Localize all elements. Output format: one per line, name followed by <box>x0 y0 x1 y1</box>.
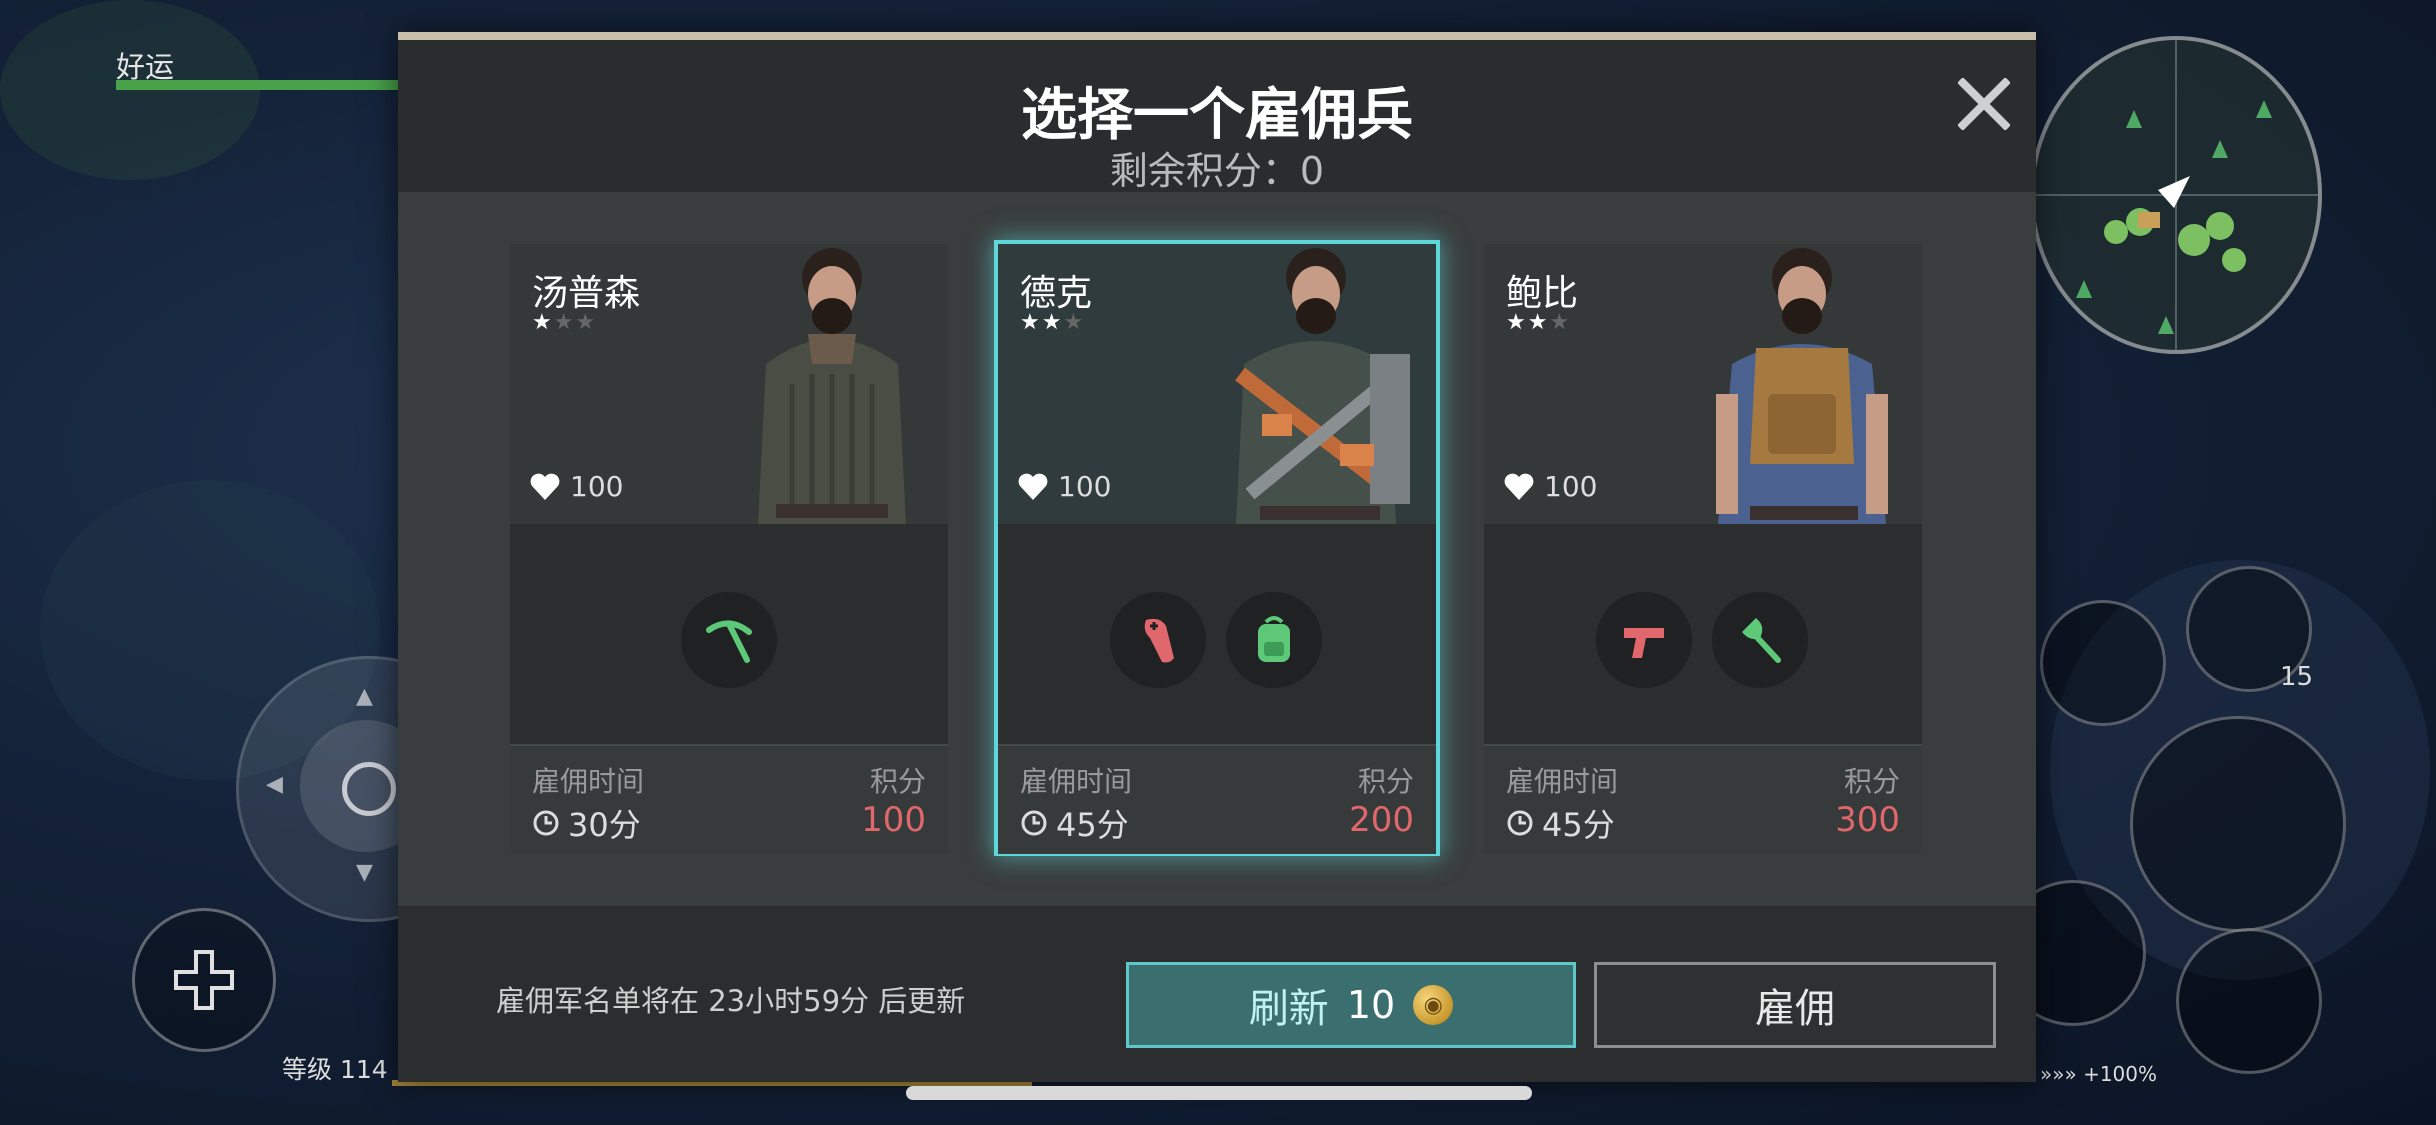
star-filled-icon: ★ <box>1527 310 1550 335</box>
axe-icon[interactable] <box>1712 592 1808 688</box>
health-value: 100 <box>1058 470 1112 503</box>
health: 100 <box>1504 470 1597 503</box>
mercenary-dialog: 选择一个雇佣兵 剩余积分：0 汤普森 ★★★ 100 雇佣时间 积分 30分 1… <box>398 32 2036 1082</box>
remaining-points: 剩余积分：0 <box>1109 149 1325 193</box>
refresh-cost: 10 <box>1346 983 1396 1027</box>
star-rating: ★★★ <box>532 310 597 335</box>
health: 100 <box>1018 470 1111 503</box>
hire-time: 45分 <box>1506 800 1615 846</box>
points-label: 积分 <box>1357 765 1414 798</box>
mercenary-name: 汤普森 <box>532 273 641 314</box>
star-empty-icon: ★ <box>553 310 576 335</box>
star-filled-icon: ★ <box>532 310 554 335</box>
minimap[interactable] <box>2030 36 2322 354</box>
heart-icon <box>1018 473 1048 500</box>
dialog-title: 选择一个雇佣兵 <box>1021 83 1413 148</box>
medical-arm-icon <box>1144 618 1174 663</box>
pickaxe-icon[interactable] <box>681 592 777 688</box>
build-plus-button[interactable] <box>132 908 276 1052</box>
backpack-icon[interactable] <box>1226 592 1322 688</box>
health-value: 100 <box>570 470 624 503</box>
mercenary-card-dirk[interactable]: 德克 ★★★ 100 雇佣时间 积分 45分 200 <box>998 244 1436 854</box>
clock-icon <box>1021 810 1047 836</box>
health-value: 100 <box>1544 470 1598 503</box>
hire-time: 30分 <box>532 800 641 846</box>
pistol-icon[interactable] <box>1596 592 1692 688</box>
points-value: 200 <box>1349 800 1414 840</box>
star-filled-icon: ★ <box>1041 310 1064 335</box>
points-label: 积分 <box>869 765 926 798</box>
hire-info: 雇佣时间 积分 30分 100 <box>510 744 948 854</box>
heart-icon <box>1504 473 1534 500</box>
plus-icon <box>174 950 234 1010</box>
star-rating: ★★★ <box>1506 310 1571 335</box>
mercenary-card-bobby[interactable]: 鲍比 ★★★ 100 雇佣时间 积分 45分 300 <box>1484 244 1922 854</box>
hire-label: 雇佣 <box>1755 986 1835 1032</box>
star-filled-icon: ★ <box>1020 310 1042 335</box>
star-rating: ★★★ <box>1020 310 1085 335</box>
hire-time-value: 45分 <box>1056 806 1129 844</box>
hire-time-label: 雇佣时间 <box>532 765 645 798</box>
mercenary-portrait <box>1716 248 1888 524</box>
joystick-down-arrow-icon: ▼ <box>356 860 373 885</box>
medkit-count: 15 <box>2280 662 2314 692</box>
mercenary-name: 德克 <box>1020 273 1093 314</box>
joystick-up-arrow-icon: ▲ <box>356 684 373 709</box>
hire-info: 雇佣时间 积分 45分 300 <box>1484 744 1922 854</box>
hire-time-value: 30分 <box>568 806 641 844</box>
health: 100 <box>530 470 623 503</box>
refresh-label: 刷新 <box>1248 986 1329 1032</box>
weapon-slot[interactable] <box>2130 716 2346 932</box>
close-icon[interactable] <box>1948 68 2020 140</box>
backpack-icon <box>1258 616 1290 662</box>
medical-arm-icon[interactable] <box>1110 592 1206 688</box>
heart-icon <box>530 473 560 500</box>
player-arrow-icon <box>2158 176 2190 208</box>
hire-time-label: 雇佣时间 <box>1506 765 1619 798</box>
mercenary-portrait <box>758 248 906 524</box>
player-health-bar <box>116 80 406 90</box>
hammer-slot[interactable] <box>2040 600 2166 726</box>
hire-time-value: 45分 <box>1542 806 1615 844</box>
crouch-button[interactable] <box>2176 928 2322 1074</box>
mercenary-portrait <box>1235 248 1410 524</box>
points-value: 300 <box>1835 800 1900 840</box>
star-empty-icon: ★ <box>1063 310 1086 335</box>
mercenary-name: 鲍比 <box>1506 273 1579 314</box>
background-foliage <box>0 0 260 180</box>
joystick-center-icon <box>342 762 396 816</box>
skills-area <box>1484 524 1922 744</box>
mercenary-card-thompson[interactable]: 汤普森 ★★★ 100 雇佣时间 积分 30分 100 <box>510 244 948 854</box>
skills-area <box>998 524 1436 744</box>
home-indicator[interactable] <box>906 1086 1532 1100</box>
coin-icon: ◉ <box>1413 985 1454 1025</box>
dialog-footer: 雇佣军名单将在 23小时59分 后更新 刷新 10 ◉ 雇佣 <box>398 906 2036 1082</box>
boost-indicator: »»» +100% <box>2040 1062 2158 1086</box>
hire-time: 45分 <box>1020 800 1129 846</box>
points-value: 100 <box>861 800 926 840</box>
axe-icon <box>1742 618 1781 663</box>
star-empty-icon: ★ <box>1549 310 1572 335</box>
hire-time-label: 雇佣时间 <box>1020 765 1133 798</box>
player-level: 等级 114 <box>282 1055 388 1084</box>
pickaxe-icon <box>706 620 752 663</box>
clock-icon <box>533 810 559 836</box>
star-filled-icon: ★ <box>1506 310 1528 335</box>
clock-icon <box>1507 810 1533 836</box>
refresh-button[interactable]: 刷新 10 ◉ <box>1126 962 1576 1048</box>
hire-info: 雇佣时间 积分 45分 200 <box>998 744 1436 854</box>
star-empty-icon: ★ <box>575 310 598 335</box>
joystick-left-arrow-icon: ◀ <box>266 772 283 797</box>
points-label: 积分 <box>1843 765 1900 798</box>
hire-button[interactable]: 雇佣 <box>1594 962 1996 1048</box>
roster-refresh-note: 雇佣军名单将在 23小时59分 后更新 <box>496 984 966 1018</box>
minimap-terrain <box>2034 40 2318 350</box>
pistol-icon <box>1624 628 1664 658</box>
